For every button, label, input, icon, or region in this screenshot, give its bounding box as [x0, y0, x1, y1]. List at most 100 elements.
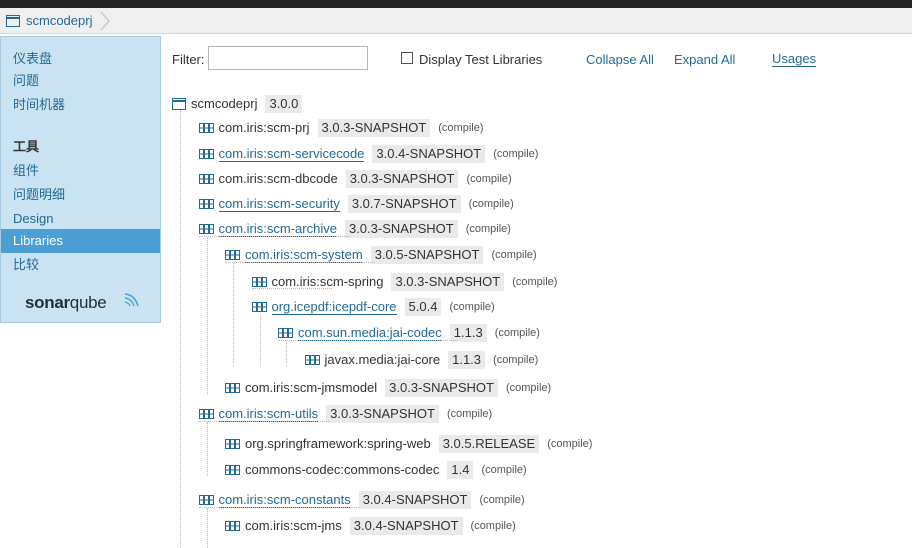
library-scope: (compile)	[493, 148, 539, 160]
library-name: javax.media:jai-core	[324, 352, 441, 367]
library-name[interactable]: com.iris:scm-system	[245, 247, 363, 263]
library-version: 3.0.3-SNAPSHOT	[385, 379, 498, 397]
library-name: com.iris:scm-spring	[271, 274, 384, 289]
tree-guide-line	[233, 263, 234, 366]
library-name: com.iris:scm-jmsmodel	[245, 380, 378, 395]
library-row: commons-codec:commons-codec 1.4 (compile)	[225, 460, 527, 480]
library-icon	[251, 277, 267, 287]
library-scope: (compile)	[465, 223, 511, 235]
tree-guide-line	[207, 422, 208, 476]
tree-guide-line	[260, 315, 261, 366]
library-row: org.springframework:spring-web 3.0.5.RELE…	[225, 434, 592, 454]
library-row: com.iris:scm-security 3.0.7-SNAPSHOT (comp…	[198, 194, 514, 214]
tree-guide-line	[207, 237, 208, 395]
library-name[interactable]: com.iris:scm-archive	[218, 221, 337, 237]
library-icon	[198, 495, 214, 505]
library-version: 3.0.4-SNAPSHOT	[372, 145, 486, 163]
library-scope: (compile)	[449, 301, 495, 313]
breadcrumb-project-link[interactable]: scmcodeprj	[26, 13, 92, 28]
library-name: com.iris:scm-jms	[245, 518, 342, 533]
tree-root-name: scmcodeprj	[191, 96, 258, 111]
tree-root-version: 3.0.0	[265, 95, 303, 113]
library-icon	[225, 383, 240, 393]
library-scope: (compile)	[512, 276, 558, 288]
library-icon	[198, 409, 214, 419]
project-icon	[6, 14, 20, 27]
library-name[interactable]: com.iris:scm-utils	[218, 406, 319, 422]
sidebar-item-libraries[interactable]: Libraries	[1, 229, 160, 253]
library-row: com.iris:scm-dbcode 3.0.3-SNAPSHOT (compil…	[198, 169, 512, 189]
library-name: commons-codec:commons-codec	[245, 462, 440, 477]
logo-prefix: sonar	[25, 293, 70, 312]
library-icon	[225, 521, 240, 531]
sidebar-item-issues[interactable]: 问题	[1, 71, 160, 91]
library-name[interactable]: com.iris:scm-security	[218, 196, 340, 212]
library-icon	[251, 302, 267, 312]
library-version: 3.0.5.RELEASE	[438, 435, 540, 453]
library-version: 3.0.3-SNAPSHOT	[326, 405, 439, 423]
library-name[interactable]: org.icepdf:icepdf-core	[271, 299, 397, 315]
breadcrumb: scmcodeprj	[0, 8, 912, 34]
sidebar: 仪表盘 问题 时间机器 工具 组件 问题明细 Design Libraries …	[0, 36, 161, 323]
usages-link[interactable]: Usages	[772, 52, 817, 67]
library-row: com.iris:scm-utils 3.0.3-SNAPSHOT (compile…	[198, 404, 493, 424]
library-row: com.iris:scm-jms 3.0.4-SNAPSHOT (compile)	[225, 516, 516, 536]
library-icon	[225, 465, 240, 475]
sonarqube-logo: sonarqube	[25, 293, 145, 317]
library-version: 5.0.4	[404, 298, 442, 316]
library-scope: (compile)	[446, 408, 493, 420]
library-scope: (compile)	[505, 382, 552, 394]
tree-guide-line	[180, 110, 181, 548]
sidebar-item-compare[interactable]: 比较	[1, 253, 160, 277]
library-icon	[198, 174, 214, 184]
library-row: javax.media:jai-core 1.1.3 (compile)	[304, 350, 539, 370]
library-row: com.iris:scm-spring 3.0.3-SNAPSHOT (compil…	[251, 272, 558, 292]
library-name: com.iris:scm-dbcode	[218, 171, 338, 186]
display-test-libraries-label[interactable]: Display Test Libraries	[419, 52, 542, 67]
chevron-right-icon	[101, 11, 111, 30]
library-version: 3.0.7-SNAPSHOT	[347, 195, 461, 213]
sidebar-item-issue-drilldown[interactable]: 问题明细	[1, 183, 160, 207]
library-version: 3.0.3-SNAPSHOT	[344, 220, 458, 238]
library-icon	[278, 328, 293, 338]
library-icon	[198, 224, 214, 234]
library-icon	[198, 149, 214, 159]
expand-all-link[interactable]: Expand All	[674, 52, 735, 67]
library-scope: (compile)	[547, 438, 593, 450]
library-icon	[304, 355, 320, 365]
library-row: org.icepdf:icepdf-core 5.0.4 (compile)	[251, 297, 495, 317]
library-icon	[198, 123, 214, 133]
library-scope: (compile)	[493, 354, 539, 366]
tree-guide-line	[286, 341, 287, 366]
library-row: com.iris:scm-servicecode 3.0.4-SNAPSHOT (c…	[198, 144, 539, 164]
library-name[interactable]: com.sun.media:jai-codec	[298, 325, 442, 341]
logo-suffix: qube	[69, 293, 107, 312]
library-name[interactable]: com.iris:scm-servicecode	[218, 146, 365, 162]
library-name: org.springframework:spring-web	[245, 436, 431, 451]
library-icon	[225, 250, 240, 260]
library-icon	[225, 439, 240, 449]
library-scope: (compile)	[494, 327, 540, 339]
library-version: 3.0.4-SNAPSHOT	[349, 517, 463, 535]
top-bar	[0, 0, 912, 8]
collapse-all-link[interactable]: Collapse All	[586, 52, 654, 67]
library-icon	[198, 199, 214, 209]
library-scope: (compile)	[470, 520, 516, 532]
library-row: com.iris:scm-jmsmodel 3.0.3-SNAPSHOT (comp…	[225, 378, 551, 398]
library-scope: (compile)	[481, 464, 527, 476]
library-version: 3.0.4-SNAPSHOT	[358, 491, 472, 509]
library-name[interactable]: com.iris:scm-constants	[218, 492, 351, 508]
sidebar-item-design[interactable]: Design	[1, 207, 160, 231]
sidebar-item-dashboard[interactable]: 仪表盘	[1, 47, 160, 71]
library-version: 1.1.3	[448, 351, 486, 369]
library-scope: (compile)	[468, 198, 514, 210]
sidebar-item-time-machine[interactable]: 时间机器	[1, 93, 160, 117]
library-scope: (compile)	[466, 173, 512, 185]
filter-label: Filter:	[172, 52, 205, 67]
library-row: com.sun.media:jai-codec 1.1.3 (compile)	[278, 323, 540, 343]
filter-input[interactable]	[208, 46, 368, 70]
library-version: 1.1.3	[449, 324, 487, 342]
sidebar-item-components[interactable]: 组件	[1, 159, 160, 183]
display-test-libraries-checkbox[interactable]	[401, 52, 413, 64]
library-version: 1.4	[447, 461, 474, 479]
